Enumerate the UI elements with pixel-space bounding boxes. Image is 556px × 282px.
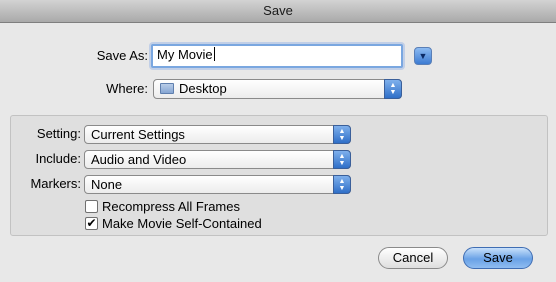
- folder-icon: [160, 83, 174, 94]
- recompress-label[interactable]: Recompress All Frames: [102, 199, 240, 214]
- updown-arrows-icon: ▲ ▼: [333, 150, 351, 169]
- text-cursor: [213, 47, 215, 61]
- save-as-input[interactable]: My Movie: [151, 44, 403, 68]
- cancel-button[interactable]: Cancel: [378, 247, 448, 269]
- setting-label: Setting:: [36, 126, 81, 141]
- save-button[interactable]: Save: [463, 247, 533, 269]
- updown-arrows-icon: ▲ ▼: [384, 79, 402, 99]
- updown-arrows-icon: ▲ ▼: [333, 175, 351, 194]
- where-value: Desktop: [179, 81, 227, 96]
- setting-popup[interactable]: Current Settings ▲ ▼: [84, 125, 351, 144]
- self-contained-label[interactable]: Make Movie Self-Contained: [102, 216, 262, 231]
- expand-toggle-button[interactable]: ▼: [414, 47, 432, 65]
- where-popup[interactable]: Desktop ▲ ▼: [153, 79, 402, 99]
- save-as-label: Save As:: [96, 48, 148, 63]
- save-dialog: Save As: My Movie ▼ Where: Desktop ▲ ▼ Se…: [0, 23, 556, 282]
- where-label: Where:: [106, 81, 148, 96]
- markers-value: None: [91, 177, 123, 192]
- window-titlebar[interactable]: Save: [0, 0, 556, 23]
- updown-arrows-icon: ▲ ▼: [333, 125, 351, 144]
- window-title: Save: [263, 3, 293, 18]
- recompress-checkbox[interactable]: [85, 200, 98, 213]
- options-group: Setting: Current Settings ▲ ▼ Include: Au…: [10, 115, 548, 236]
- self-contained-checkbox[interactable]: ✔: [85, 217, 98, 230]
- include-value: Audio and Video: [91, 152, 187, 167]
- save-as-value: My Movie: [157, 47, 213, 62]
- markers-popup[interactable]: None ▲ ▼: [84, 175, 351, 194]
- checkmark-icon: ✔: [86, 216, 97, 230]
- setting-value: Current Settings: [91, 127, 185, 142]
- markers-label: Markers:: [30, 176, 81, 191]
- include-popup[interactable]: Audio and Video ▲ ▼: [84, 150, 351, 169]
- include-label: Include:: [35, 151, 81, 166]
- chevron-down-icon: ▼: [418, 51, 428, 61]
